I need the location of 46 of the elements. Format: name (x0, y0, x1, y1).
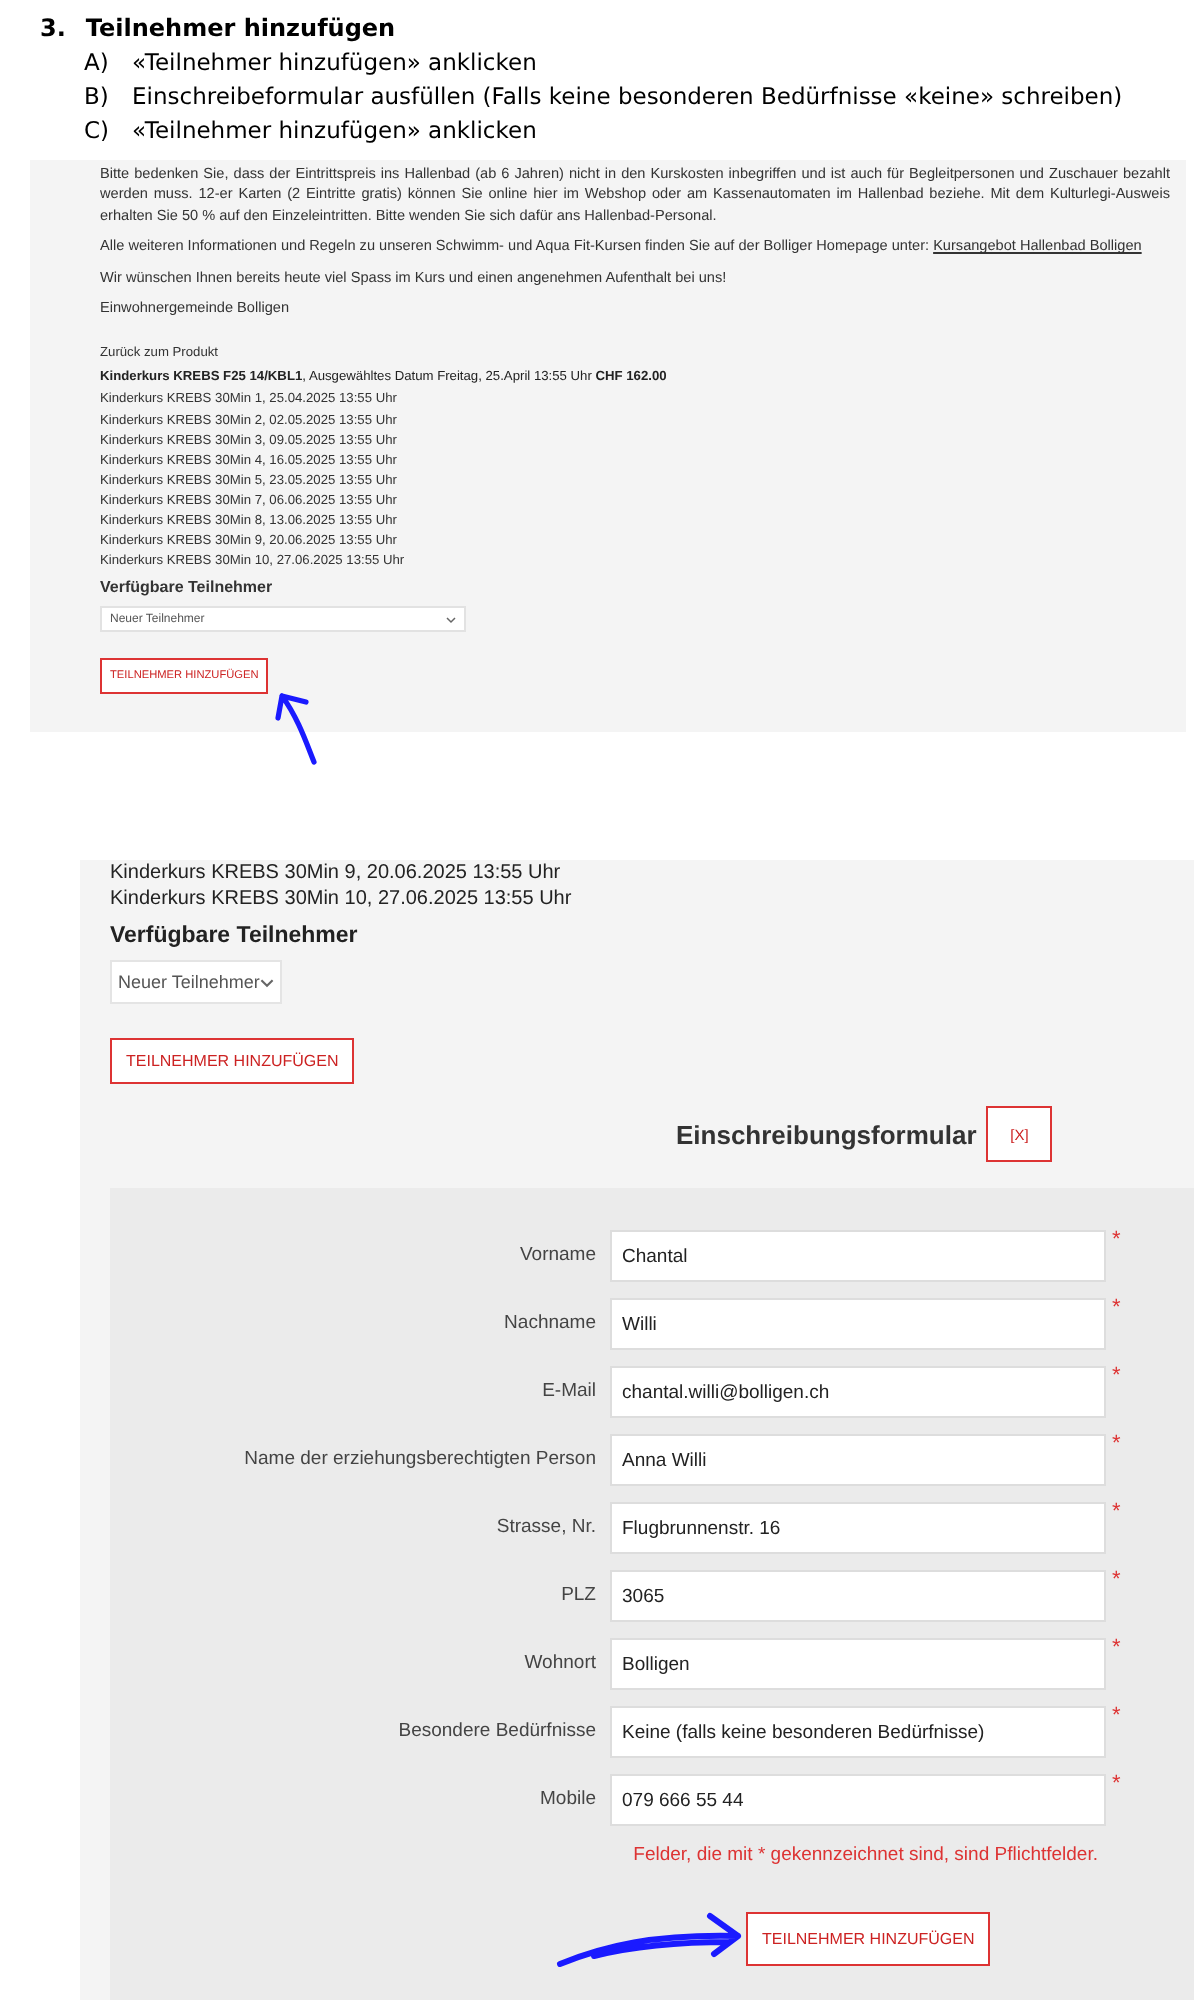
input-field[interactable]: Bolligen (610, 1638, 1106, 1690)
input-field[interactable]: Keine (falls keine besonderen Bedürfnisse) (610, 1706, 1106, 1758)
field-label: Besondere Bedürfnisse (396, 1718, 596, 1746)
session-line: Kinderkurs KREBS 30Min 10, 27.06.2025 13:55 Uhr (110, 886, 574, 912)
field-label: Wohnort (522, 1650, 596, 1678)
participants-heading: Verfügbare Teilnehmer (110, 922, 360, 952)
required-mark: * (1112, 1774, 1123, 1794)
required-mark: * (1112, 1502, 1123, 1522)
step-text: Einschreibeformular ausfüllen (Falls keine besonderen Bedürfnisse «keine» schreiben) (132, 80, 1123, 114)
input-field[interactable]: Anna Willi (610, 1434, 1106, 1486)
participant-select[interactable]: Neuer Teilnehmer (110, 960, 282, 1004)
input-field[interactable]: 3065 (610, 1570, 1106, 1622)
chevron-icon (260, 977, 274, 987)
section-title: Teilnehmer hinzufügen (85, 12, 396, 46)
required-mark: * (1112, 1434, 1123, 1454)
step-letter: C) (84, 114, 112, 148)
required-mark: * (1112, 1230, 1123, 1250)
field-label: Strasse, Nr. (494, 1514, 596, 1542)
input-field[interactable]: chantal.willi@bolligen.ch (610, 1366, 1106, 1418)
field-label: Nachname (502, 1310, 596, 1338)
form-title: Einschreibungsformular (676, 1119, 977, 1149)
required-mark: * (1112, 1298, 1123, 1318)
required-note: Felder, die mit * gekennzeichnet sind, sind Pflichtfelder. (631, 1842, 1100, 1870)
required-mark: * (1112, 1706, 1123, 1726)
step-letter: A) (84, 46, 111, 80)
chevron-icon (446, 615, 456, 624)
participants-heading: Verfügbare Teilnehmer (100, 576, 275, 601)
add-participant-button[interactable]: TEILNEHMER HINZUFÜGEN (110, 1038, 355, 1084)
step-text: «Teilnehmer hinzufügen» anklicken (132, 114, 537, 148)
submit-button[interactable]: TEILNEHMER HINZUFÜGEN (746, 1912, 991, 1966)
required-mark: * (1112, 1366, 1123, 1386)
field-label: Mobile (538, 1786, 596, 1814)
step-text: «Teilnehmer hinzufügen» anklicken (132, 46, 537, 80)
field-label: Vorname (517, 1242, 596, 1270)
input-field[interactable]: Flugbrunnenstr. 16 (610, 1502, 1106, 1554)
step-number: 3. (40, 12, 66, 46)
required-mark: * (1112, 1638, 1123, 1658)
session-line: Kinderkurs KREBS 30Min 9, 20.06.2025 13:55 Uhr (110, 860, 563, 886)
required-mark: * (1112, 1570, 1123, 1590)
field-label: E-Mail (540, 1378, 596, 1406)
input-field[interactable]: Chantal (610, 1230, 1106, 1282)
step-letter: B) (84, 80, 111, 114)
input-field[interactable]: Willi (610, 1298, 1106, 1350)
field-label: PLZ (559, 1582, 596, 1610)
field-label: Name der erziehungsberechtigten Person (242, 1446, 596, 1474)
input-field[interactable]: 079 666 55 44 (610, 1774, 1106, 1826)
